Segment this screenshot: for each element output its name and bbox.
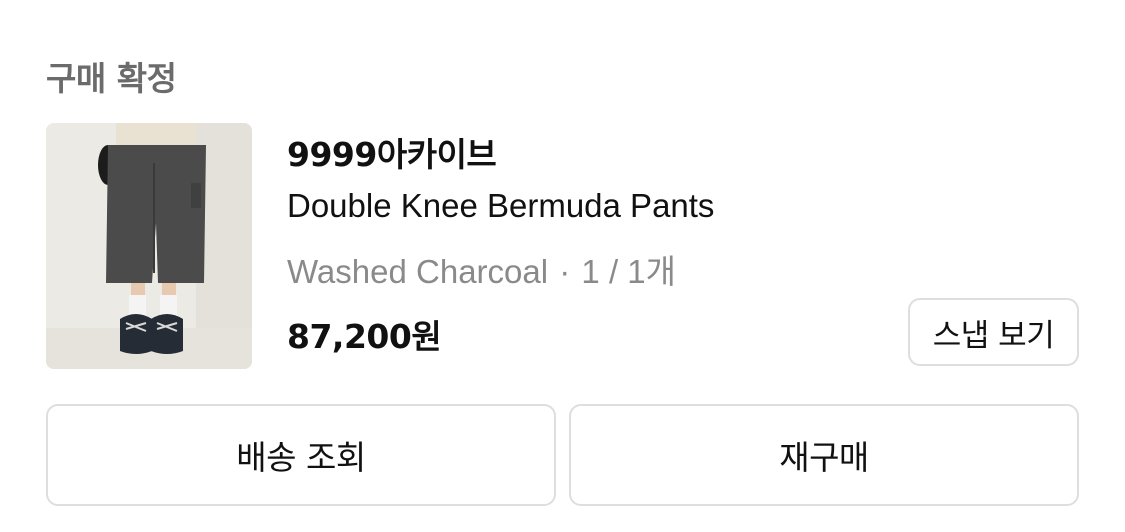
- option-color: Washed Charcoal: [287, 253, 549, 290]
- product-image[interactable]: [46, 123, 252, 369]
- rebuy-button[interactable]: 재구매: [569, 404, 1079, 506]
- order-status-title: 구매 확정: [46, 59, 177, 98]
- view-snap-button[interactable]: 스냅 보기: [908, 298, 1079, 366]
- product-name[interactable]: Double Knee Bermuda Pants: [287, 187, 714, 225]
- track-delivery-button[interactable]: 배송 조회: [46, 404, 556, 506]
- product-photo: [46, 123, 252, 369]
- product-price: 87,200원: [287, 317, 442, 356]
- option-quantity: 1 / 1개: [581, 253, 676, 290]
- option-separator: ·: [559, 253, 571, 290]
- product-option: Washed Charcoal · 1 / 1개: [287, 245, 676, 293]
- brand-name[interactable]: 9999아카이브: [287, 128, 497, 176]
